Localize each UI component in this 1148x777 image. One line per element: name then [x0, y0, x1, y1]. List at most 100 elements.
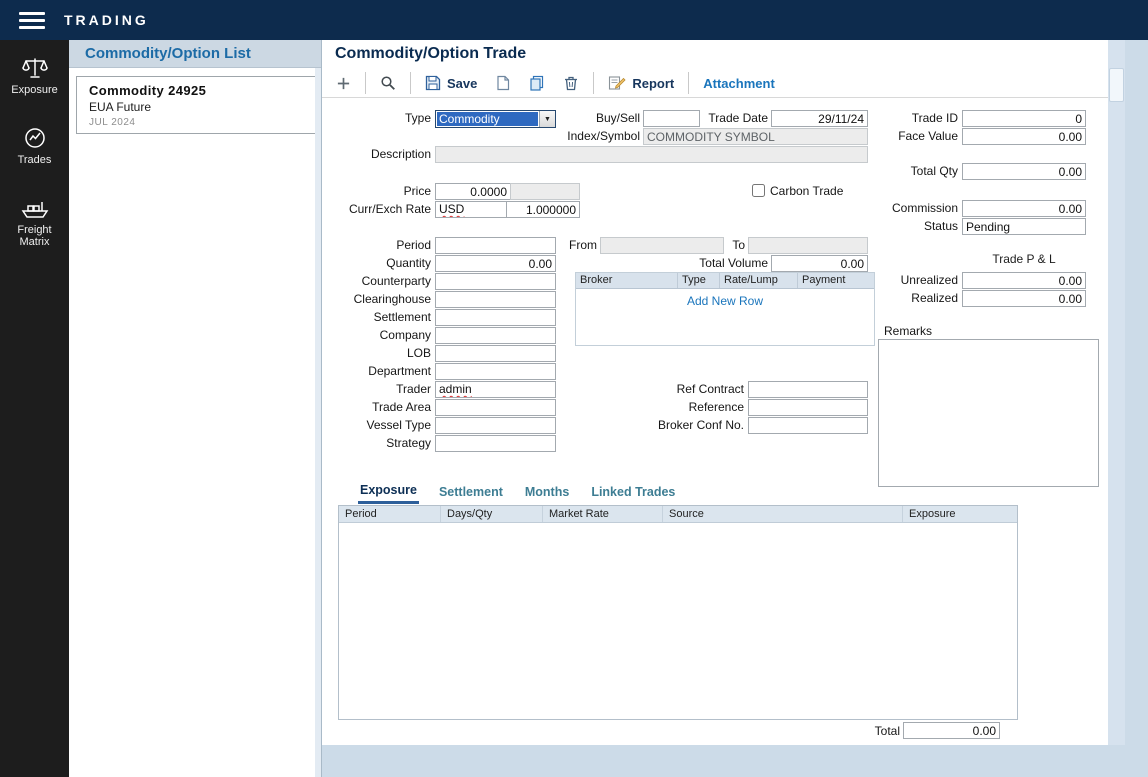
face-value-label: Face Value [838, 128, 958, 145]
sidebar-item-label: Trades [0, 154, 69, 166]
source-column-header: Source [663, 506, 903, 522]
main-scrollbar-thumb[interactable] [1109, 68, 1124, 102]
department-input[interactable] [435, 363, 556, 380]
broker-column-header: Broker [576, 273, 678, 288]
type-select[interactable]: Commodity ▼ [435, 110, 556, 128]
tab-linked-trades[interactable]: Linked Trades [589, 483, 677, 504]
unrealized-label: Unrealized [838, 272, 958, 289]
trader-value: admin [439, 382, 472, 396]
trade-id-input[interactable] [962, 110, 1086, 127]
description-label: Description [326, 146, 431, 163]
trade-area-label: Trade Area [326, 399, 431, 416]
price-label: Price [326, 183, 431, 200]
total-qty-label: Total Qty [838, 163, 958, 180]
topbar: TRADING [0, 0, 1148, 40]
total-volume-input[interactable] [771, 255, 868, 272]
realized-input[interactable] [962, 290, 1086, 307]
scales-icon [21, 56, 49, 80]
add-button[interactable] [332, 74, 355, 93]
tab-exposure[interactable]: Exposure [358, 483, 419, 504]
currency-input[interactable]: USD [435, 201, 507, 218]
delete-button[interactable] [559, 73, 583, 93]
toolbar-separator [688, 72, 689, 94]
tab-months[interactable]: Months [523, 483, 571, 504]
copy-icon [529, 75, 545, 91]
sidebar-item-trades[interactable]: Trades [0, 126, 69, 166]
remarks-label: Remarks [884, 323, 932, 340]
ref-contract-input[interactable] [748, 381, 868, 398]
search-icon [380, 75, 396, 91]
remarks-textarea[interactable] [878, 339, 1099, 487]
strategy-input[interactable] [435, 435, 556, 452]
lob-input[interactable] [435, 345, 556, 362]
clearinghouse-label: Clearinghouse [326, 291, 431, 308]
list-item[interactable]: Commodity 24925 EUA Future JUL 2024 [76, 76, 316, 134]
add-new-row-link[interactable]: Add New Row [687, 294, 763, 308]
new-document-button[interactable] [491, 73, 515, 93]
menu-icon[interactable] [19, 12, 45, 29]
currency-value: USD [439, 202, 464, 216]
to-label: To [665, 237, 745, 254]
copy-button[interactable] [525, 73, 549, 93]
detail-tabs: Exposure Settlement Months Linked Trades [358, 483, 677, 504]
quantity-input[interactable] [435, 255, 556, 272]
attachment-label: Attachment [703, 76, 775, 91]
broker-conf-no-input[interactable] [748, 417, 868, 434]
total-label: Total [800, 723, 900, 740]
commission-input[interactable] [962, 200, 1086, 217]
list-panel-title: Commodity/Option List [69, 40, 321, 68]
sidebar-item-exposure[interactable]: Exposure [0, 56, 69, 96]
trader-input[interactable]: admin [435, 381, 556, 398]
page-title: Commodity/Option Trade [335, 45, 526, 63]
exch-rate-input[interactable] [506, 201, 580, 218]
report-button[interactable]: Report [604, 73, 678, 93]
commission-label: Commission [838, 200, 958, 217]
toolbar-separator [410, 72, 411, 94]
reference-input[interactable] [748, 399, 868, 416]
total-qty-input[interactable] [962, 163, 1086, 180]
trash-icon [563, 75, 579, 91]
tab-settlement[interactable]: Settlement [437, 483, 505, 504]
save-label: Save [447, 76, 477, 91]
total-volume-label: Total Volume [668, 255, 768, 272]
toolbar: Save Report Attachment [332, 70, 779, 96]
reference-label: Reference [644, 399, 744, 416]
total-input[interactable] [903, 722, 1000, 739]
period-label: Period [326, 237, 431, 254]
sidebar-item-freight-matrix[interactable]: Freight Matrix [0, 198, 69, 248]
market-rate-column-header: Market Rate [543, 506, 663, 522]
counterparty-input[interactable] [435, 273, 556, 290]
exposure-column-header: Exposure [903, 506, 1017, 522]
face-value-input[interactable] [962, 128, 1086, 145]
broker-table-body: Add New Row [576, 289, 874, 345]
vessel-type-input[interactable] [435, 417, 556, 434]
clearinghouse-input[interactable] [435, 291, 556, 308]
quantity-label: Quantity [326, 255, 431, 272]
main-scrollbar[interactable] [1108, 40, 1125, 745]
type-column-header: Type [678, 273, 720, 288]
settlement-input[interactable] [435, 309, 556, 326]
new-page-icon [495, 75, 511, 91]
toolbar-separator [365, 72, 366, 94]
company-input[interactable] [435, 327, 556, 344]
exposure-table-header: Period Days/Qty Market Rate Source Expos… [339, 506, 1017, 523]
trade-pl-heading: Trade P & L [962, 252, 1086, 266]
list-scrollbar[interactable] [315, 68, 321, 777]
attachment-button[interactable]: Attachment [699, 74, 779, 93]
from-label: From [497, 237, 597, 254]
report-icon [608, 75, 626, 91]
search-button[interactable] [376, 73, 400, 93]
save-icon [425, 75, 441, 91]
carbon-trade-checkbox[interactable] [752, 184, 765, 197]
unrealized-input[interactable] [962, 272, 1086, 289]
carbon-trade-label: Carbon Trade [770, 183, 843, 200]
report-label: Report [632, 76, 674, 91]
list-item-period: JUL 2024 [89, 117, 315, 128]
broker-table-header: Broker Type Rate/Lump Payment [576, 273, 874, 289]
index-symbol-input [643, 128, 868, 145]
save-button[interactable]: Save [421, 73, 481, 93]
status-input[interactable] [962, 218, 1086, 235]
price-input[interactable] [435, 183, 511, 200]
trade-area-input[interactable] [435, 399, 556, 416]
toolbar-divider [322, 97, 1108, 98]
